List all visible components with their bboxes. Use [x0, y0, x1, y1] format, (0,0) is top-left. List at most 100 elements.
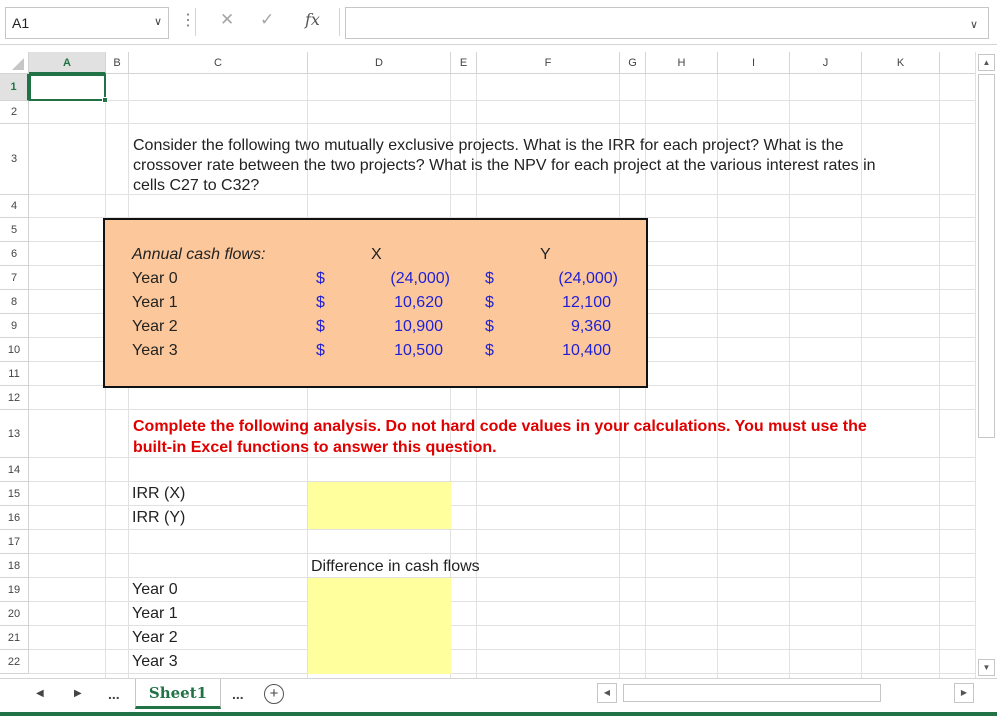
status-bar-strip	[0, 712, 997, 716]
year-label: Year 1	[132, 294, 178, 311]
divider	[195, 8, 196, 36]
gridline	[29, 481, 975, 482]
instruction-text: Complete the following analysis. Do not …	[133, 418, 867, 456]
gridline	[29, 601, 975, 602]
gridline	[29, 625, 975, 626]
currency-symbol: $	[485, 342, 494, 359]
gridline	[29, 649, 975, 650]
year-label: Year 3	[132, 342, 178, 359]
select-all-button[interactable]	[0, 52, 29, 74]
active-cell-selection[interactable]	[29, 74, 108, 103]
horizontal-scrollbar[interactable]: ◀ ▶	[597, 683, 974, 703]
cash-flow-y-value: 12,100	[562, 294, 611, 311]
column-header-c[interactable]: C	[129, 52, 308, 74]
cash-flow-x-value: 10,500	[394, 342, 443, 359]
gridline	[29, 529, 975, 530]
next-sheet-icon[interactable]: ▶	[74, 688, 82, 699]
scroll-down-icon[interactable]: ▼	[978, 659, 995, 676]
currency-symbol: $	[316, 342, 325, 359]
row-header-1[interactable]: 1	[0, 74, 29, 101]
sheet-tab-sheet1[interactable]: Sheet1	[135, 679, 221, 709]
row-header-8[interactable]: 8	[0, 290, 29, 314]
column-header-i[interactable]: I	[718, 52, 790, 74]
column-header-a[interactable]: A	[29, 52, 106, 74]
row-header-18[interactable]: 18	[0, 554, 29, 578]
row-header-12[interactable]: 12	[0, 386, 29, 410]
difference-input-cells[interactable]	[308, 578, 451, 674]
expand-formula-bar-icon[interactable]: ∨	[970, 18, 978, 31]
column-header-h[interactable]: H	[646, 52, 718, 74]
cancel-icon[interactable]: ✕	[220, 10, 234, 30]
gridline	[29, 409, 975, 410]
row-header-7[interactable]: 7	[0, 266, 29, 290]
row-header-11[interactable]: 11	[0, 362, 29, 386]
row-header-14[interactable]: 14	[0, 458, 29, 482]
row-header-17[interactable]: 17	[0, 530, 29, 554]
formula-bar: A1 ∨ ⋮ ✕ ✓ fx ∨	[0, 0, 997, 45]
cash-flow-x-value: 10,900	[394, 318, 443, 335]
column-header-d[interactable]: D	[308, 52, 451, 74]
more-sheets-right[interactable]: ...	[232, 686, 244, 702]
column-header-f[interactable]: F	[477, 52, 620, 74]
column-header-j[interactable]: J	[790, 52, 862, 74]
row-header-2[interactable]: 2	[0, 101, 29, 124]
row-header-13[interactable]: 13	[0, 410, 29, 458]
chevron-down-icon[interactable]: ∨	[154, 15, 162, 28]
row-header-16[interactable]: 16	[0, 506, 29, 530]
insert-function-icon[interactable]: fx	[305, 10, 320, 29]
currency-symbol: $	[485, 318, 494, 335]
row-header-9[interactable]: 9	[0, 314, 29, 338]
scroll-left-icon[interactable]: ◀	[597, 683, 617, 703]
grip-dots-icon[interactable]: ⋮	[180, 10, 196, 30]
irr-y-label: IRR (Y)	[132, 509, 186, 526]
scroll-up-icon[interactable]: ▲	[978, 54, 995, 71]
row-header-20[interactable]: 20	[0, 602, 29, 626]
row-header-5[interactable]: 5	[0, 218, 29, 242]
enter-icon[interactable]: ✓	[260, 10, 274, 30]
column-label-y: Y	[540, 246, 551, 263]
formula-input[interactable]	[345, 7, 989, 39]
irr-input-cells[interactable]	[308, 482, 451, 529]
vertical-scroll-thumb[interactable]	[978, 74, 995, 438]
row-header-15[interactable]: 15	[0, 482, 29, 506]
cash-flow-x-value: 10,620	[394, 294, 443, 311]
gridline	[29, 123, 975, 124]
row-header-10[interactable]: 10	[0, 338, 29, 362]
row-header-22[interactable]: 22	[0, 650, 29, 674]
cash-flow-y-value: (24,000)	[558, 270, 618, 287]
select-all-icon	[12, 58, 24, 70]
column-header-k[interactable]: K	[862, 52, 940, 74]
more-sheets-left[interactable]: ...	[108, 686, 120, 702]
horizontal-scroll-thumb[interactable]	[623, 684, 881, 702]
cash-flow-y-value: 10,400	[562, 342, 611, 359]
column-header-g[interactable]: G	[620, 52, 646, 74]
cash-flow-x-value: (24,000)	[390, 270, 450, 287]
previous-sheet-icon[interactable]: ◀	[36, 688, 44, 699]
name-box-value: A1	[12, 15, 30, 31]
gridline	[29, 100, 975, 101]
row-header-4[interactable]: 4	[0, 195, 29, 218]
currency-symbol: $	[316, 294, 325, 311]
row-header-6[interactable]: 6	[0, 242, 29, 266]
excel-window: A1 ∨ ⋮ ✕ ✓ fx ∨ A B C D E F G H I J K 1 …	[0, 0, 997, 716]
column-header-b[interactable]: B	[106, 52, 129, 74]
diff-year-label: Year 3	[132, 653, 178, 670]
column-header-blank[interactable]	[940, 52, 975, 74]
worksheet-grid[interactable]: A B C D E F G H I J K 1 2 3 4 5 6 7 8 9 …	[0, 52, 975, 678]
year-label: Year 0	[132, 270, 178, 287]
column-header-e[interactable]: E	[451, 52, 477, 74]
year-label: Year 2	[132, 318, 178, 335]
fill-handle[interactable]	[102, 97, 108, 103]
row-header-3[interactable]: 3	[0, 124, 29, 195]
scroll-right-icon[interactable]: ▶	[954, 683, 974, 703]
vertical-scrollbar[interactable]: ▲ ▼	[975, 52, 997, 678]
row-header-21[interactable]: 21	[0, 626, 29, 650]
currency-symbol: $	[316, 270, 325, 287]
add-sheet-button[interactable]: +	[264, 684, 284, 704]
question-text: Consider the following two mutually excl…	[133, 137, 876, 194]
row-header-19[interactable]: 19	[0, 578, 29, 602]
name-box[interactable]: A1 ∨	[5, 7, 169, 39]
gridline	[29, 505, 975, 506]
column-label-x: X	[371, 246, 382, 263]
currency-symbol: $	[485, 294, 494, 311]
